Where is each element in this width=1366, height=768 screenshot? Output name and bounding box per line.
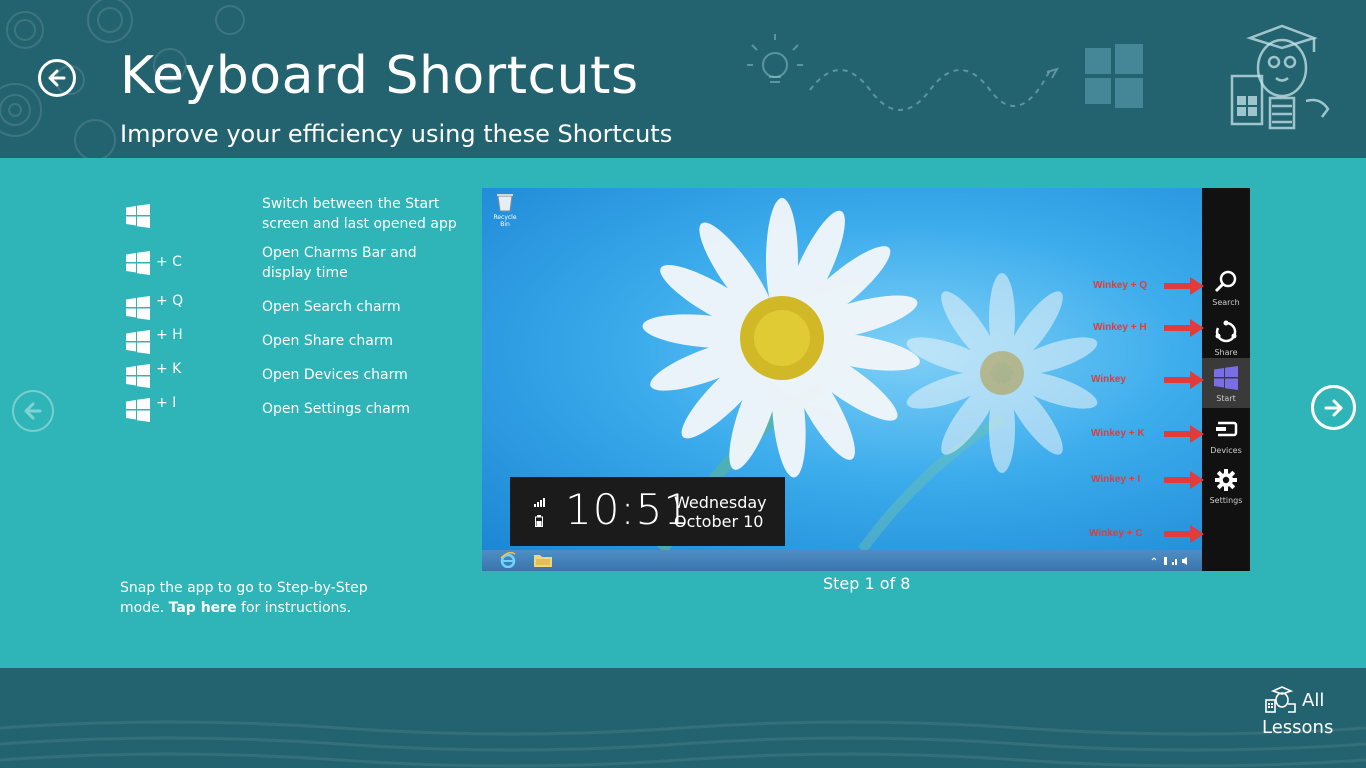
annotation-label: Winkey (1091, 374, 1126, 385)
windows-key-icon (126, 251, 150, 275)
shortcut-description: Open Share charm (262, 333, 393, 349)
header: Keyboard Shortcuts Improve your efficien… (0, 0, 1366, 158)
charm-share: Share (1202, 312, 1250, 362)
all-lessons-button[interactable]: All Lessons (1262, 686, 1358, 746)
shortcut-description: Open Search charm (262, 299, 401, 315)
shortcut-description: Open Charms Bar and display time (262, 245, 417, 281)
shortcut-description: Switch between the Start screen and last… (262, 196, 457, 232)
snap-instructions: Snap the app to go to Step-by-Step mode.… (120, 578, 380, 618)
page-title: Keyboard Shortcuts (120, 46, 639, 106)
devices-icon (1216, 421, 1238, 437)
shortcut-key: + I (156, 395, 177, 411)
lightbulb-path-decoration (747, 34, 1143, 111)
trash-icon (497, 194, 513, 212)
annotation-label: Winkey + K (1091, 428, 1145, 439)
annotation-label: Winkey + I (1091, 474, 1141, 485)
all-lessons-label-line1: All (1302, 690, 1325, 711)
back-arrow-icon (24, 402, 42, 420)
back-arrow-icon (48, 69, 66, 87)
windows-key-icon (126, 364, 150, 388)
annotation-label: Winkey + C (1089, 528, 1143, 539)
lessons-mascot-icon (1265, 686, 1296, 713)
annotation-label: Winkey + Q (1093, 280, 1148, 291)
footer: All Lessons (0, 668, 1366, 768)
snap-text-after: for instructions. (236, 600, 352, 616)
shortcut-description: Open Settings charm (262, 401, 411, 417)
back-button[interactable] (38, 59, 76, 97)
charm-devices: Devices (1202, 410, 1250, 460)
forward-arrow-icon (1324, 399, 1342, 416)
gear-icon (1215, 469, 1237, 491)
charms-bar: Search Share Start Devices Settings (1202, 188, 1250, 571)
annotation-label: Winkey + H (1093, 322, 1147, 333)
wave-decoration (0, 720, 1366, 768)
shortcut-description: Open Devices charm (262, 367, 408, 383)
windows-key-icon (126, 204, 150, 228)
clock-overlay: 10:51 Wednesday October 10 (510, 477, 785, 546)
lesson-screenshot: Recycle Bin 10:51 Wednesday October 10 S… (482, 188, 1250, 571)
next-step-button[interactable] (1311, 385, 1356, 430)
red-arrow-icon (1164, 277, 1204, 295)
charm-label: Share (1214, 348, 1238, 357)
tap-here-link[interactable]: Tap here (169, 600, 237, 616)
recycle-bin-label: Recycle Bin (493, 214, 517, 228)
charm-label: Search (1212, 298, 1240, 307)
recycle-bin-icon: Recycle Bin (488, 192, 522, 228)
shortcut-key: + H (156, 327, 183, 343)
charm-search: Search (1202, 262, 1250, 312)
clock-time: 10:51 (565, 485, 692, 534)
battery-icon (535, 515, 543, 527)
system-tray-icons (1151, 557, 1187, 565)
file-explorer-icon (534, 555, 552, 567)
shortcut-key: + Q (156, 293, 184, 309)
charm-settings: Settings (1202, 460, 1250, 510)
charm-label: Start (1216, 394, 1236, 403)
red-arrow-icon (1164, 471, 1204, 489)
page-subtitle: Improve your efficiency using these Shor… (120, 120, 673, 148)
charm-label: Settings (1209, 496, 1243, 505)
all-lessons-label-line2: Lessons (1262, 717, 1334, 738)
clock-date: October 10 (674, 512, 764, 531)
shortcut-key: + C (156, 254, 182, 270)
windows-key-icon (126, 398, 150, 422)
desktop-wallpaper: Recycle Bin 10:51 Wednesday October 10 (482, 188, 1202, 550)
shortcut-key: + K (156, 361, 182, 377)
red-arrow-icon (1164, 371, 1204, 389)
signal-icon (534, 498, 545, 507)
main-content: Switch between the Start screen and last… (0, 158, 1366, 668)
windows-logo-icon (1214, 366, 1238, 390)
red-arrow-icon (1164, 319, 1204, 337)
previous-step-button (12, 390, 54, 432)
charm-start: Start (1202, 358, 1250, 408)
mascot-graduate-icon (1230, 24, 1330, 130)
red-arrow-icon (1164, 525, 1204, 543)
charm-label: Devices (1210, 446, 1242, 455)
windows-key-icon (126, 296, 150, 320)
share-icon (1215, 320, 1237, 343)
step-indicator: Step 1 of 8 (823, 574, 911, 593)
search-icon (1214, 270, 1237, 293)
windows-key-icon (126, 330, 150, 354)
internet-explorer-icon (500, 552, 516, 568)
red-arrow-icon (1164, 425, 1204, 443)
clock-day: Wednesday (674, 493, 767, 512)
taskbar (482, 550, 1202, 571)
